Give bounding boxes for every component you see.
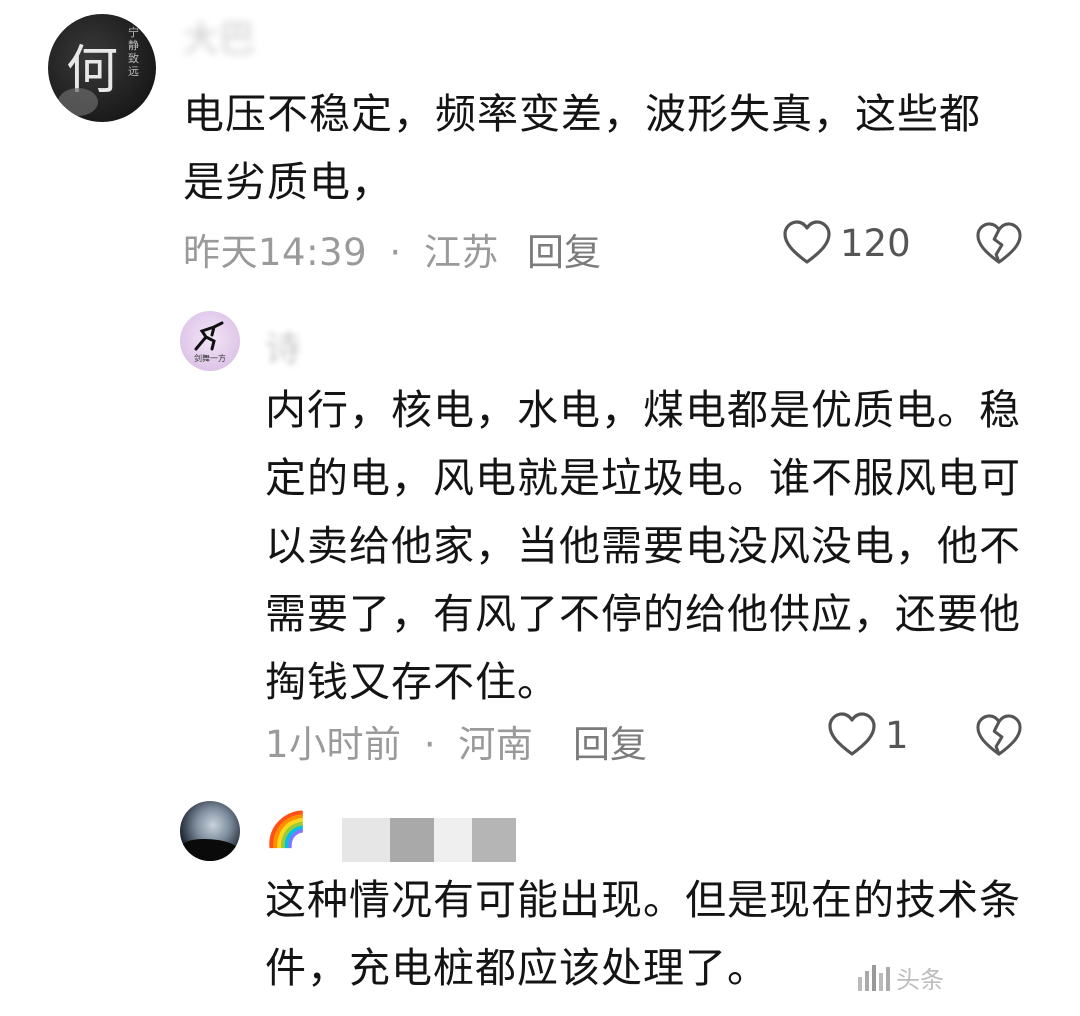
comment-meta: 1小时前 · 河南: [265, 714, 533, 768]
watermark: 头条: [858, 960, 944, 995]
heart-outline-icon: [782, 220, 832, 266]
comment-meta: 昨天14:39 · 江苏: [183, 222, 499, 276]
reply-button[interactable]: 回复: [573, 714, 647, 768]
censored-name-block: [306, 818, 516, 862]
comment-text: 电压不稳定，频率变差，波形失真，这些都是劣质电，: [183, 90, 981, 206]
broken-heart-icon[interactable]: [975, 714, 1023, 758]
like-button[interactable]: 120: [782, 220, 911, 266]
username[interactable]: 大巴: [183, 10, 255, 62]
username[interactable]: 诗: [265, 320, 301, 372]
avatar-caption: 宁静致远: [128, 26, 139, 78]
swordsman-figure: [194, 321, 224, 351]
broken-heart-icon[interactable]: [975, 222, 1023, 266]
separator: ·: [389, 231, 402, 274]
comment-text: 内行，核电，水电，煤电都是优质电。稳定的电，风电就是垃圾电。谁不服风电可以卖给他…: [265, 386, 1021, 706]
location: 江苏: [423, 231, 499, 274]
like-count: 120: [840, 221, 911, 265]
avatar[interactable]: 剑舞一方: [180, 311, 240, 371]
like-button[interactable]: 1: [827, 712, 909, 758]
timestamp: 1小时前: [265, 723, 402, 766]
separator: ·: [423, 723, 437, 766]
location: 河南: [458, 723, 534, 766]
username[interactable]: 🌈: [265, 810, 307, 850]
heart-outline-icon: [827, 712, 877, 758]
reply-button[interactable]: 回复: [527, 222, 601, 276]
like-count: 1: [885, 713, 909, 757]
avatar[interactable]: [180, 801, 240, 861]
watermark-text: 头条: [896, 966, 944, 994]
avatar-caption: 剑舞一方: [194, 354, 226, 363]
timestamp: 昨天14:39: [183, 231, 368, 274]
avatar[interactable]: 何 宁静致远: [48, 14, 156, 122]
